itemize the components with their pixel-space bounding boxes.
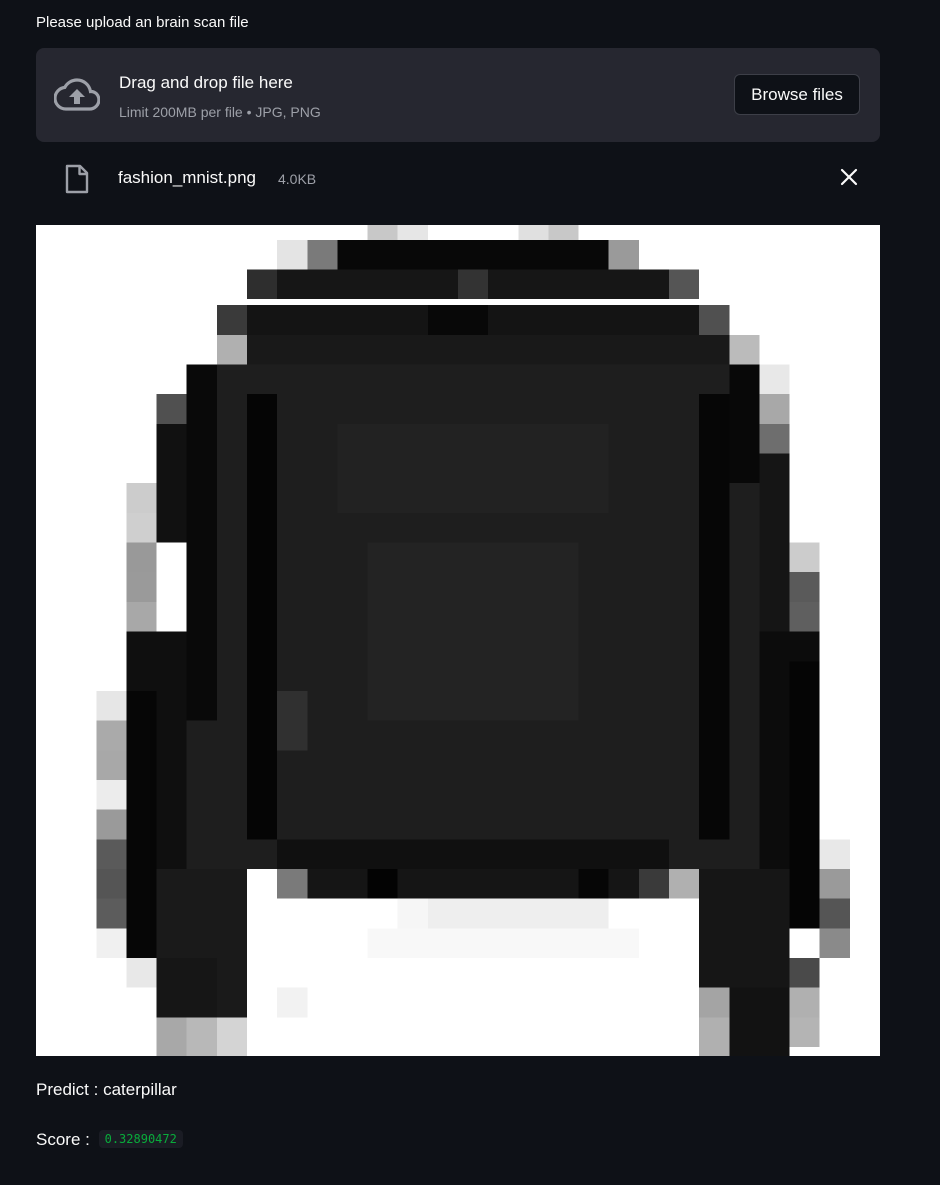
score-result: Score : 0.32890472 <box>36 1130 183 1150</box>
uploaded-image-preview <box>36 225 880 1056</box>
cloud-upload-icon <box>54 78 100 111</box>
file-icon <box>65 164 89 194</box>
close-icon[interactable] <box>838 166 860 188</box>
file-dropzone[interactable]: Drag and drop file here Limit 200MB per … <box>36 48 880 142</box>
score-value: 0.32890472 <box>98 1130 183 1148</box>
browse-files-button[interactable]: Browse files <box>734 74 860 115</box>
score-label: Score : <box>36 1130 95 1149</box>
file-size: 4.0KB <box>278 171 317 187</box>
predict-label: Predict : <box>36 1080 104 1099</box>
predict-value: caterpillar <box>103 1080 177 1099</box>
file-name: fashion_mnist.png <box>118 168 256 187</box>
prediction-result: Predict : caterpillar <box>36 1080 177 1100</box>
uploader-label: Please upload an brain scan file <box>36 14 249 31</box>
sweater-image <box>36 225 880 1056</box>
uploaded-file-row: fashion_mnist.png 4.0KB <box>36 152 880 204</box>
dropzone-limit-text: Limit 200MB per file • JPG, PNG <box>119 104 321 120</box>
dropzone-title: Drag and drop file here <box>119 73 293 92</box>
